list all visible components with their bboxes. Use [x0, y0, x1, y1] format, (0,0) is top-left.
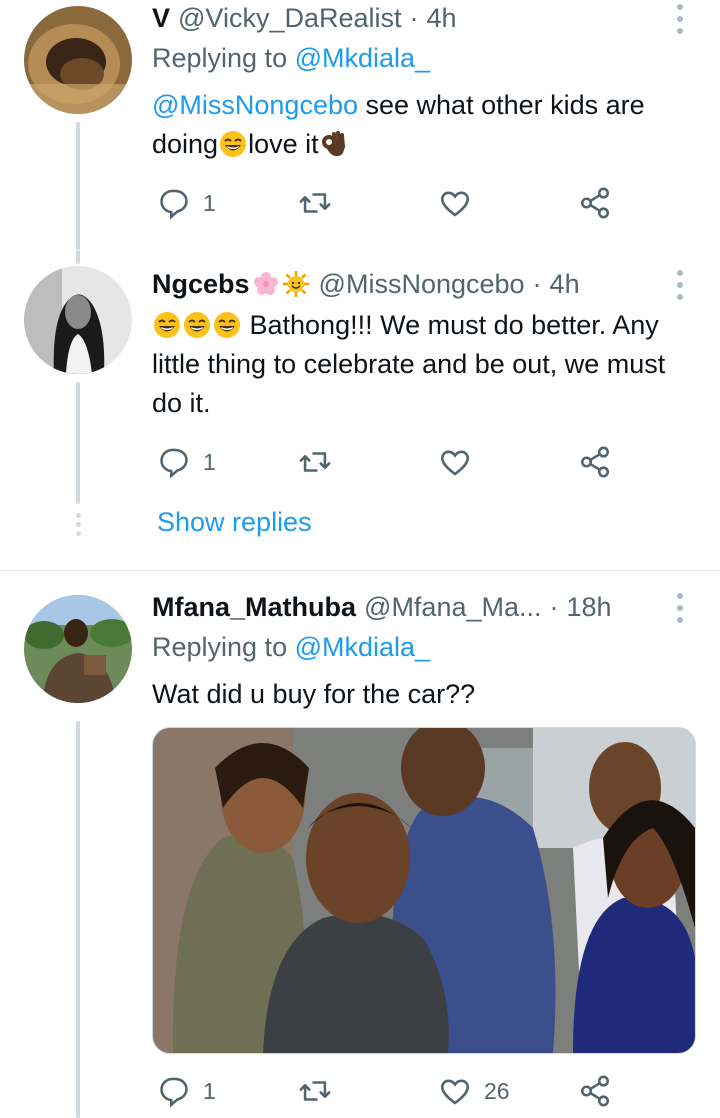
retweet-icon: [299, 1081, 331, 1101]
display-name[interactable]: Mfana_Mathuba: [152, 592, 356, 623]
share-button[interactable]: [578, 442, 612, 482]
sun-emoji: [282, 271, 309, 297]
user-handle[interactable]: @Vicky_DaRealist: [178, 3, 402, 34]
tweet-body: Wat did u buy for the car??: [152, 679, 476, 709]
share-button[interactable]: [578, 183, 612, 223]
tweet-header: Ngcebs @MissNongcebo · 4h: [152, 266, 670, 302]
replying-to-label: Replying to: [152, 43, 288, 73]
like-button[interactable]: 26: [438, 1071, 510, 1111]
grinning-sweat-emoji: [220, 131, 247, 157]
timestamp[interactable]: 4h: [550, 269, 580, 300]
retweet-icon: [299, 193, 331, 213]
reply-icon: [160, 189, 188, 220]
tweet-ngcebs[interactable]: Ngcebs @MissNongcebo · 4h Bathong!!! We …: [0, 250, 720, 570]
avatar-ngcebs[interactable]: [24, 266, 132, 374]
tweet-actions: 1: [0, 442, 720, 482]
tweet-media-image[interactable]: [152, 727, 696, 1054]
tweet-text: Bathong!!! We must do better. Any little…: [152, 306, 692, 423]
reply-button[interactable]: 1: [157, 183, 216, 223]
retweet-button[interactable]: [298, 442, 332, 482]
display-name[interactable]: V: [152, 3, 170, 34]
separator-dot: ·: [409, 2, 419, 33]
reply-icon: [160, 1077, 188, 1108]
replying-to-handle[interactable]: @Mkdiala_: [295, 632, 430, 662]
tweet-actions: 1: [0, 183, 720, 223]
reply-count: 1: [203, 448, 216, 475]
replying-to: Replying to @Mkdiala_: [152, 632, 430, 663]
tweet-header: Mfana_Mathuba @Mfana_Ma... · 18h: [152, 589, 670, 625]
grinning-sweat-emoji: [154, 312, 180, 338]
reply-count: 1: [203, 189, 216, 216]
share-icon: [580, 446, 610, 478]
reply-icon: [160, 448, 188, 479]
timestamp[interactable]: 18h: [567, 592, 612, 623]
more-options-icon[interactable]: [676, 593, 684, 623]
user-handle[interactable]: @MissNongcebo: [319, 269, 525, 300]
text-part-2: love it: [248, 129, 319, 159]
timestamp[interactable]: 4h: [427, 3, 457, 34]
retweet-button[interactable]: [298, 1071, 332, 1111]
like-button[interactable]: [438, 442, 472, 482]
ok-hand-emoji: [321, 131, 345, 157]
like-button[interactable]: [438, 183, 472, 223]
separator-dot: ·: [532, 268, 542, 299]
avatar-vicky[interactable]: [24, 6, 132, 114]
tweet-text: @MissNongcebo see what other kids are do…: [152, 86, 692, 164]
more-options-icon[interactable]: [676, 270, 684, 300]
share-icon: [580, 187, 610, 219]
tweet-text: Wat did u buy for the car??: [152, 675, 692, 714]
replying-to-handle[interactable]: @Mkdiala_: [295, 43, 430, 73]
reply-button[interactable]: 1: [157, 1071, 216, 1111]
heart-icon: [440, 450, 470, 476]
grinning-sweat-emoji: [214, 312, 240, 338]
separator-dot: ·: [549, 591, 559, 622]
cherry-blossom-emoji: [253, 272, 278, 295]
replying-to: Replying to @Mkdiala_: [152, 43, 430, 74]
reply-button[interactable]: 1: [157, 442, 216, 482]
tweet-mfana[interactable]: Mfana_Mathuba @Mfana_Ma... · 18h Replyin…: [0, 571, 720, 1118]
avatar-mfana[interactable]: [24, 595, 132, 703]
text-mention[interactable]: @MissNongcebo: [152, 90, 358, 120]
retweet-button[interactable]: [298, 183, 332, 223]
show-replies-link[interactable]: Show replies: [157, 507, 312, 538]
like-count: 26: [484, 1077, 510, 1104]
share-icon: [580, 1075, 610, 1107]
heart-icon: [440, 191, 470, 217]
more-options-icon[interactable]: [676, 4, 684, 34]
thread-line-top: [76, 250, 80, 264]
share-button[interactable]: [578, 1071, 612, 1111]
tweet-actions: 1 26: [0, 1071, 720, 1111]
user-handle[interactable]: @Mfana_Ma...: [364, 592, 541, 623]
replying-to-label: Replying to: [152, 632, 288, 662]
retweet-icon: [299, 452, 331, 472]
display-name[interactable]: Ngcebs: [152, 269, 250, 300]
thread-continuation-dots: [76, 513, 82, 536]
grinning-sweat-emoji: [184, 312, 210, 338]
tweet-vicky[interactable]: V @Vicky_DaRealist · 4h Replying to @Mkd…: [0, 0, 720, 250]
tweet-header: V @Vicky_DaRealist · 4h: [152, 0, 670, 36]
thread-line: [76, 721, 80, 1118]
heart-icon: [440, 1079, 470, 1105]
reply-count: 1: [203, 1077, 216, 1104]
